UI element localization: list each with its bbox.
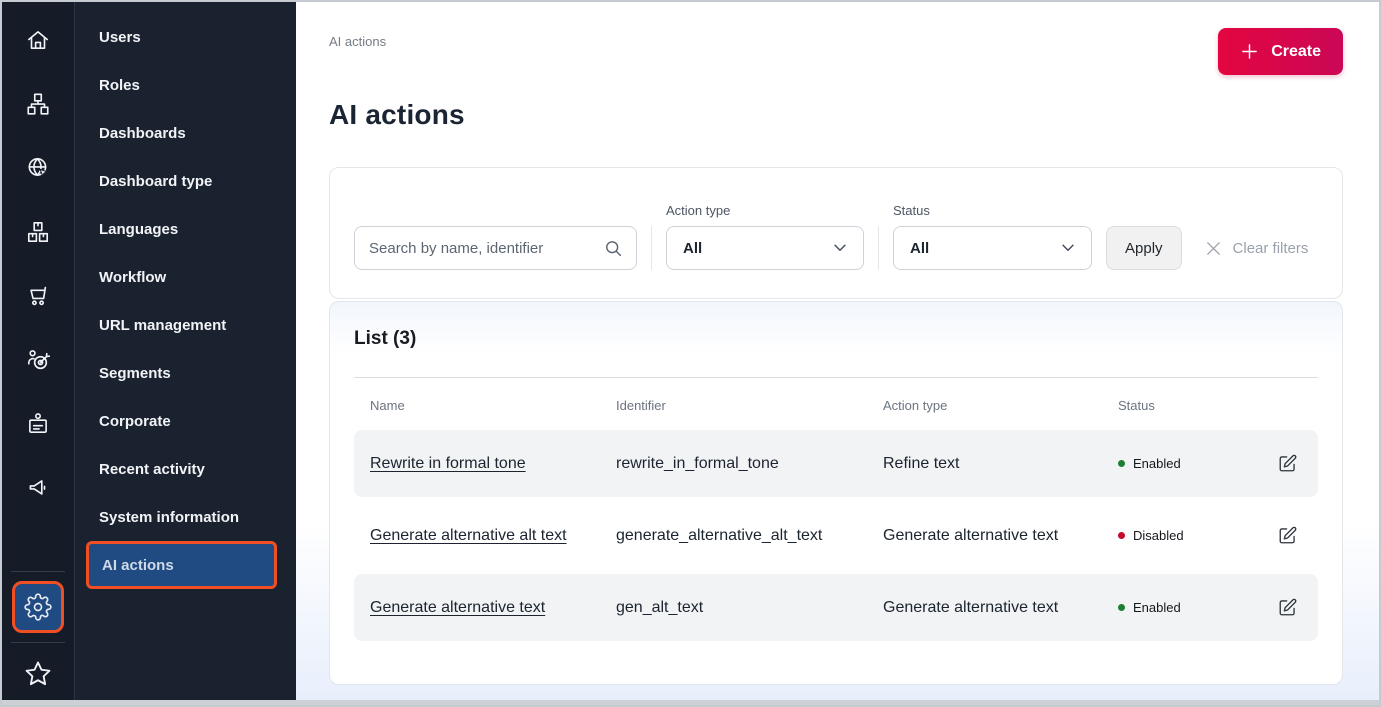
edit-icon: [1277, 453, 1298, 474]
gear-icon: [24, 593, 52, 621]
globe-icon: [25, 155, 51, 181]
rail-item-home[interactable]: [2, 8, 74, 72]
edit-button[interactable]: [1275, 451, 1300, 476]
cart-icon: [25, 283, 51, 309]
row-action-type: Refine text: [883, 455, 1118, 473]
rail-item-commerce[interactable]: [2, 264, 74, 328]
action-type-select[interactable]: All: [666, 226, 864, 270]
rail-item-org-chart[interactable]: [2, 72, 74, 136]
action-type-value: All: [683, 240, 702, 257]
column-header-action-type: Action type: [883, 398, 1118, 413]
column-header-name: Name: [354, 398, 616, 413]
action-type-label: Action type: [666, 203, 864, 218]
packages-icon: [25, 219, 51, 245]
search-icon[interactable]: [603, 238, 624, 259]
sidebar-item-workflow[interactable]: Workflow: [75, 253, 296, 301]
table-header-row: Name Identifier Action type Status: [354, 378, 1318, 430]
window-bottom-edge: [2, 700, 1379, 705]
status-text: Enabled: [1133, 456, 1181, 471]
column-header-identifier: Identifier: [616, 398, 883, 413]
create-button[interactable]: Create: [1218, 28, 1343, 75]
row-action-type: Generate alternative text: [883, 527, 1118, 545]
edit-icon: [1277, 597, 1298, 618]
status-filter-group: Status All: [893, 203, 1092, 270]
row-identifier: rewrite_in_formal_tone: [616, 455, 883, 473]
chevron-down-icon: [831, 239, 849, 257]
rail-item-packages[interactable]: [2, 200, 74, 264]
plus-icon: [1240, 42, 1259, 61]
filter-panel: Action type All Status All Apply Clear f…: [329, 167, 1343, 299]
status-select[interactable]: All: [893, 226, 1092, 270]
sidebar-item-dashboards[interactable]: Dashboards: [75, 109, 296, 157]
main-content: AI actions Create AI actions Action type…: [296, 2, 1379, 705]
rail-item-favorites[interactable]: [23, 643, 53, 705]
row-identifier: generate_alternative_alt_text: [616, 527, 883, 545]
sidebar-item-corporate[interactable]: Corporate: [75, 397, 296, 445]
list-heading: List (3): [354, 328, 1318, 350]
table-row: Generate alternative alt text generate_a…: [354, 502, 1318, 569]
app-window: Users Roles Dashboards Dashboard type La…: [0, 0, 1381, 707]
star-icon: [23, 659, 53, 689]
close-icon: [1204, 239, 1223, 258]
action-type-filter-group: Action type All: [666, 203, 864, 270]
list-panel: List (3) Name Identifier Action type Sta…: [329, 301, 1343, 685]
row-status: Enabled: [1118, 600, 1257, 615]
sidebar-item-url-management[interactable]: URL management: [75, 301, 296, 349]
create-button-label: Create: [1271, 43, 1321, 61]
status-dot: [1118, 460, 1125, 467]
row-action-type: Generate alternative text: [883, 599, 1118, 617]
sidebar-item-recent-activity[interactable]: Recent activity: [75, 445, 296, 493]
status-dot: [1118, 604, 1125, 611]
row-status: Enabled: [1118, 456, 1257, 471]
column-header-status: Status: [1118, 398, 1257, 413]
row-status: Disabled: [1118, 528, 1257, 543]
sidebar-item-ai-actions-selected[interactable]: AI actions: [86, 541, 277, 589]
row-name-link[interactable]: Rewrite in formal tone: [370, 455, 526, 472]
apply-button[interactable]: Apply: [1106, 226, 1182, 270]
clear-filters-label: Clear filters: [1233, 240, 1309, 257]
chevron-down-icon: [1059, 239, 1077, 257]
filter-divider-2: [878, 226, 879, 270]
sidebar-item-roles[interactable]: Roles: [75, 61, 296, 109]
target-icon: [25, 347, 51, 373]
rail-item-goals[interactable]: [2, 328, 74, 392]
sidebar-item-dashboard-type[interactable]: Dashboard type: [75, 157, 296, 205]
sidebar-item-segments[interactable]: Segments: [75, 349, 296, 397]
clear-filters-button[interactable]: Clear filters: [1204, 226, 1309, 270]
sidebar: Users Roles Dashboards Dashboard type La…: [75, 2, 296, 705]
row-name-link[interactable]: Generate alternative text: [370, 599, 545, 616]
rail-item-announcements[interactable]: [2, 456, 74, 520]
status-label: Status: [893, 203, 1092, 218]
rail-item-badge[interactable]: [2, 392, 74, 456]
status-text: Enabled: [1133, 600, 1181, 615]
megaphone-icon: [25, 475, 51, 501]
status-dot: [1118, 532, 1125, 539]
rail-item-globe[interactable]: [2, 136, 74, 200]
breadcrumb: AI actions: [329, 34, 386, 49]
edit-icon: [1277, 525, 1298, 546]
sidebar-item-users[interactable]: Users: [75, 13, 296, 61]
page-title: AI actions: [329, 99, 1343, 131]
table-row: Generate alternative text gen_alt_text G…: [354, 574, 1318, 641]
id-badge-icon: [25, 411, 51, 437]
home-icon: [25, 27, 51, 53]
status-text: Disabled: [1133, 528, 1184, 543]
top-row: AI actions Create: [329, 28, 1343, 75]
sidebar-item-system-information[interactable]: System information: [75, 493, 296, 541]
search-input[interactable]: [369, 240, 603, 257]
edit-button[interactable]: [1275, 595, 1300, 620]
row-identifier: gen_alt_text: [616, 599, 883, 617]
table-row: Rewrite in formal tone rewrite_in_formal…: [354, 430, 1318, 497]
edit-button[interactable]: [1275, 523, 1300, 548]
org-chart-icon: [25, 91, 51, 117]
row-name-link[interactable]: Generate alternative alt text: [370, 527, 567, 544]
status-value: All: [910, 240, 929, 257]
sidebar-item-languages[interactable]: Languages: [75, 205, 296, 253]
filter-divider-1: [651, 226, 652, 270]
icon-rail: [2, 2, 75, 705]
search-box: [354, 226, 637, 270]
rail-divider-top: [11, 571, 65, 572]
column-header-actions: [1257, 398, 1318, 413]
rail-item-settings-selected[interactable]: [12, 581, 64, 633]
